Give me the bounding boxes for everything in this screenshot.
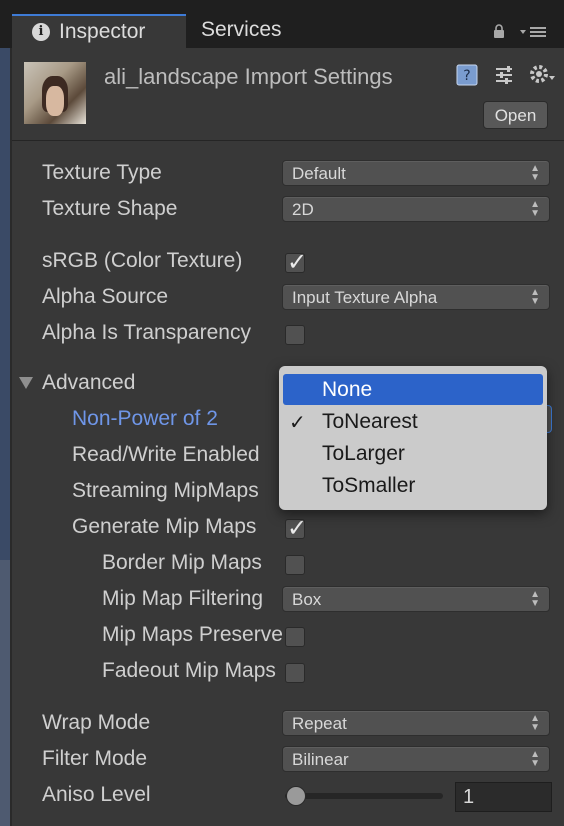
aniso-level-value: 1 [463, 786, 475, 808]
dropdown-arrows-icon: ▲ ▼ [530, 713, 540, 733]
checkmark-icon: ✓ [289, 412, 306, 434]
pane-menu-icon[interactable] [520, 25, 550, 39]
aniso-level-label: Aniso Level [42, 783, 151, 806]
generate-mip-label: Generate Mip Maps [72, 515, 257, 538]
wrap-mode-value: Repeat [292, 714, 347, 733]
preset-icon[interactable] [494, 64, 516, 86]
mip-filtering-value: Box [292, 590, 322, 609]
texture-type-value: Default [292, 164, 346, 183]
mip-filtering-dropdown[interactable]: Box ▲ ▼ [282, 586, 550, 612]
filter-mode-value: Bilinear [292, 750, 349, 769]
svg-text:?: ? [463, 68, 470, 84]
npot-popup-menu: None ✓ ToNearest ToLarger ToSmaller [279, 366, 547, 510]
wrap-mode-dropdown[interactable]: Repeat ▲ ▼ [282, 710, 550, 736]
menu-item-tolarger[interactable]: ToLarger [322, 442, 405, 466]
mip-preserve-label: Mip Maps Preserve Coverage [102, 623, 282, 646]
streaming-mip-label: Streaming MipMaps [72, 479, 259, 502]
filter-mode-label: Filter Mode [42, 747, 148, 770]
help-icon[interactable]: ? [456, 64, 478, 86]
dropdown-arrows-icon: ▲ ▼ [530, 749, 540, 769]
advanced-foldout-arrow-icon[interactable] [18, 376, 34, 390]
wrap-mode-label: Wrap Mode [42, 711, 151, 734]
open-button-label: Open [494, 106, 537, 125]
asset-title: ali_landscape Import Settings [104, 64, 393, 89]
alpha-source-value: Input Texture Alpha [292, 288, 438, 307]
menu-item-tosmaller[interactable]: ToSmaller [322, 474, 415, 498]
menu-item-tonearest[interactable]: ToNearest [322, 410, 418, 434]
texture-shape-value: 2D [292, 200, 314, 219]
tab-services-label: Services [201, 18, 282, 41]
texture-shape-dropdown[interactable]: 2D ▲ ▼ [282, 196, 550, 222]
open-button[interactable]: Open [483, 101, 548, 129]
scene-view-edge-lower [0, 560, 10, 826]
alpha-transparency-label: Alpha Is Transparency [42, 321, 251, 344]
generate-mip-checkbox[interactable]: ✓ [285, 515, 307, 542]
texture-type-dropdown[interactable]: Default ▲ ▼ [282, 160, 550, 186]
advanced-label[interactable]: Advanced [42, 371, 135, 395]
aniso-level-slider-track[interactable] [285, 793, 443, 799]
checkmark-icon: ✓ [287, 249, 308, 276]
checkmark-icon: ✓ [287, 515, 308, 542]
texture-shape-label: Texture Shape [42, 197, 178, 220]
fadeout-mip-checkbox[interactable] [285, 663, 305, 683]
dropdown-arrows-icon: ▲ ▼ [530, 163, 540, 183]
tab-inspector[interactable]: i Inspector [12, 14, 186, 48]
mip-preserve-checkbox[interactable] [285, 627, 305, 647]
filter-mode-dropdown[interactable]: Bilinear ▲ ▼ [282, 746, 550, 772]
srgb-checkbox[interactable]: ✓ [285, 249, 307, 276]
menu-item-none[interactable]: None [322, 378, 372, 402]
aniso-level-input[interactable]: 1 [455, 782, 552, 812]
alpha-transparency-checkbox[interactable] [285, 325, 305, 345]
lock-icon[interactable] [493, 24, 505, 38]
asset-thumbnail [24, 62, 86, 124]
npot-label: Non-Power of 2 [72, 407, 218, 430]
info-icon: i [32, 23, 50, 41]
alpha-source-label: Alpha Source [42, 285, 169, 308]
border-mip-checkbox[interactable] [285, 555, 305, 575]
tab-inspector-label: Inspector [59, 20, 146, 43]
srgb-label: sRGB (Color Texture) [42, 249, 243, 272]
read-write-label: Read/Write Enabled [72, 443, 260, 466]
aniso-level-slider-handle[interactable] [286, 786, 306, 806]
tab-services[interactable]: Services [186, 14, 306, 48]
gear-icon[interactable] [528, 62, 556, 86]
header-divider [12, 140, 564, 141]
dropdown-arrows-icon: ▲ ▼ [530, 287, 540, 307]
dropdown-arrows-icon: ▲ ▼ [530, 589, 540, 609]
texture-type-label: Texture Type [42, 161, 162, 184]
fadeout-mip-label: Fadeout Mip Maps [102, 659, 276, 682]
dropdown-arrows-icon: ▲ ▼ [530, 199, 540, 219]
border-mip-label: Border Mip Maps [102, 551, 262, 574]
alpha-source-dropdown[interactable]: Input Texture Alpha ▲ ▼ [282, 284, 550, 310]
mip-filtering-label: Mip Map Filtering [102, 587, 264, 610]
